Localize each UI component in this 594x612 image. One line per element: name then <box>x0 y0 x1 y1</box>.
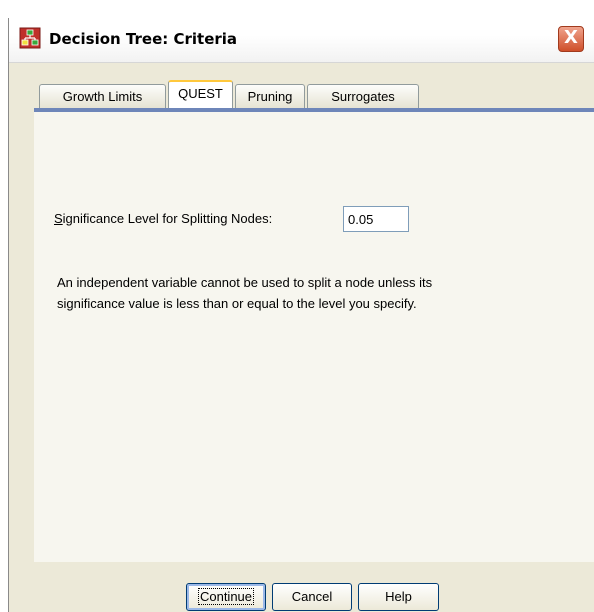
title-bar[interactable]: Decision Tree: Criteria X <box>9 18 594 63</box>
tab-growth-limits[interactable]: Growth Limits <box>39 84 166 108</box>
significance-level-input[interactable] <box>343 206 409 232</box>
info-line-2: significance value is less than or equal… <box>57 296 417 311</box>
significance-info-text: An independent variable cannot be used t… <box>57 272 547 314</box>
tab-surrogates[interactable]: Surrogates <box>307 84 419 108</box>
cancel-button[interactable]: Cancel <box>272 583 352 611</box>
close-icon: X <box>564 27 578 48</box>
continue-button[interactable]: Continue <box>186 583 266 611</box>
tab-strip: Growth Limits QUEST Pruning Surrogates <box>34 80 594 112</box>
significance-label-text: ignificance Level for Splitting Nodes: <box>62 211 273 226</box>
info-line-1: An independent variable cannot be used t… <box>57 275 433 290</box>
tab-quest[interactable]: QUEST <box>168 80 233 108</box>
significance-label-accelerator: S <box>54 211 63 226</box>
decision-tree-app-icon <box>19 27 41 49</box>
dialog-window: Decision Tree: Criteria X Growth Limits … <box>8 18 594 612</box>
continue-button-label: Continue <box>197 588 255 605</box>
tab-pruning[interactable]: Pruning <box>235 84 305 108</box>
close-button[interactable]: X <box>558 26 584 52</box>
quest-tab-panel <box>34 112 594 562</box>
significance-level-label: Significance Level for Splitting Nodes: <box>54 211 272 226</box>
help-button[interactable]: Help <box>358 583 439 611</box>
dialog-title: Decision Tree: Criteria <box>49 30 238 48</box>
